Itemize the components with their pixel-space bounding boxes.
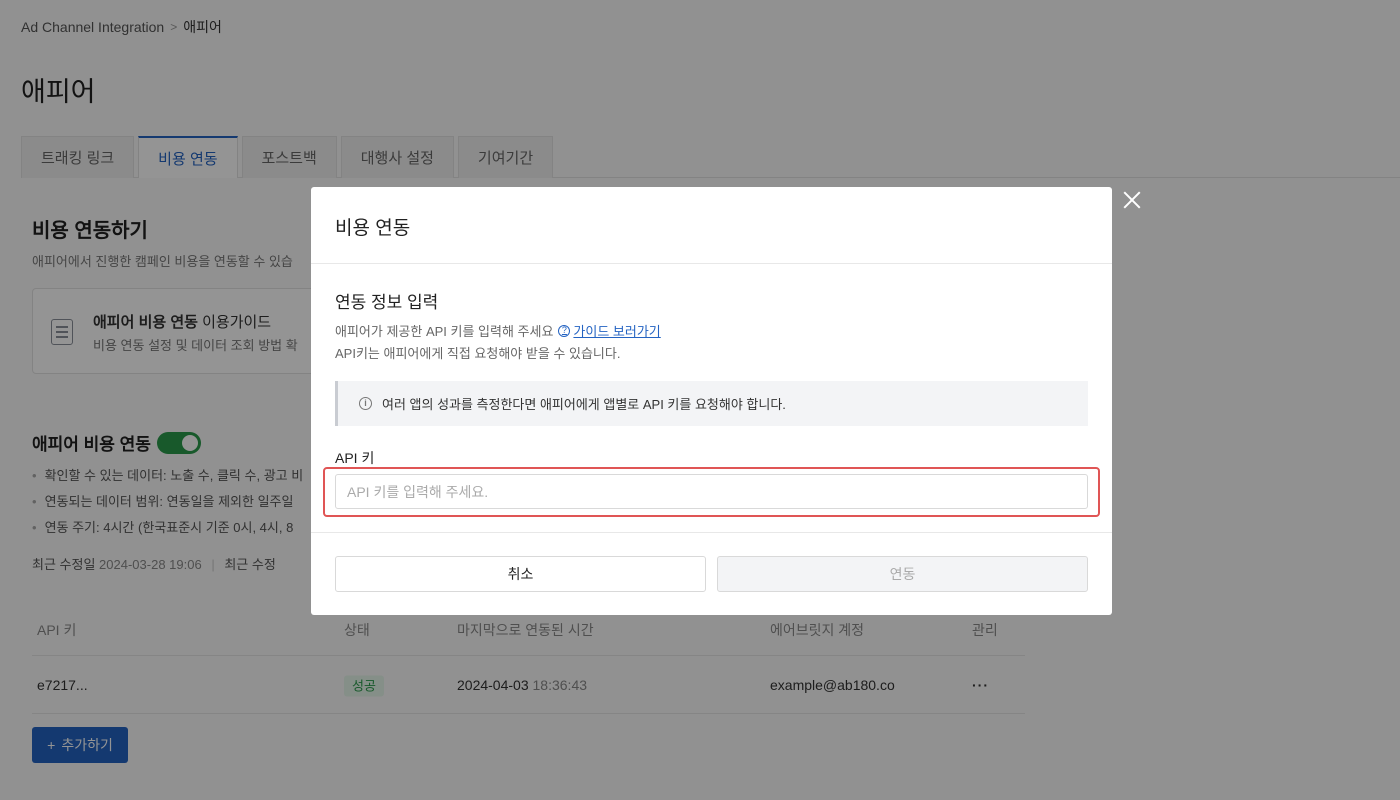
modal-title: 비용 연동 [311,187,1112,264]
api-key-label: API 키 [335,450,375,466]
form-section-title: 연동 정보 입력 [335,293,439,312]
connect-button[interactable]: 연동 [717,556,1088,592]
cancel-button[interactable]: 취소 [335,556,706,592]
form-description: 애피어가 제공한 API 키를 입력해 주세요 ? 가이드 보러가기 [335,321,661,340]
cost-sync-modal: 비용 연동 연동 정보 입력 애피어가 제공한 API 키를 입력해 주세요 ?… [311,187,1112,615]
guide-link[interactable]: ? 가이드 보러가기 [558,321,661,340]
modal-body: 연동 정보 입력 애피어가 제공한 API 키를 입력해 주세요 ? 가이드 보… [311,264,1112,532]
form-note: API키는 애피어에게 직접 요청해야 받을 수 있습니다. [335,346,621,361]
modal-footer: 취소 연동 [311,532,1112,615]
info-icon: i [359,397,372,410]
api-key-input[interactable] [335,474,1088,509]
info-notice: i 여러 앱의 성과를 측정한다면 애피어에게 앱별로 API 키를 요청해야 … [335,381,1088,426]
close-icon[interactable] [1121,189,1143,211]
help-circle-icon: ? [558,324,571,337]
